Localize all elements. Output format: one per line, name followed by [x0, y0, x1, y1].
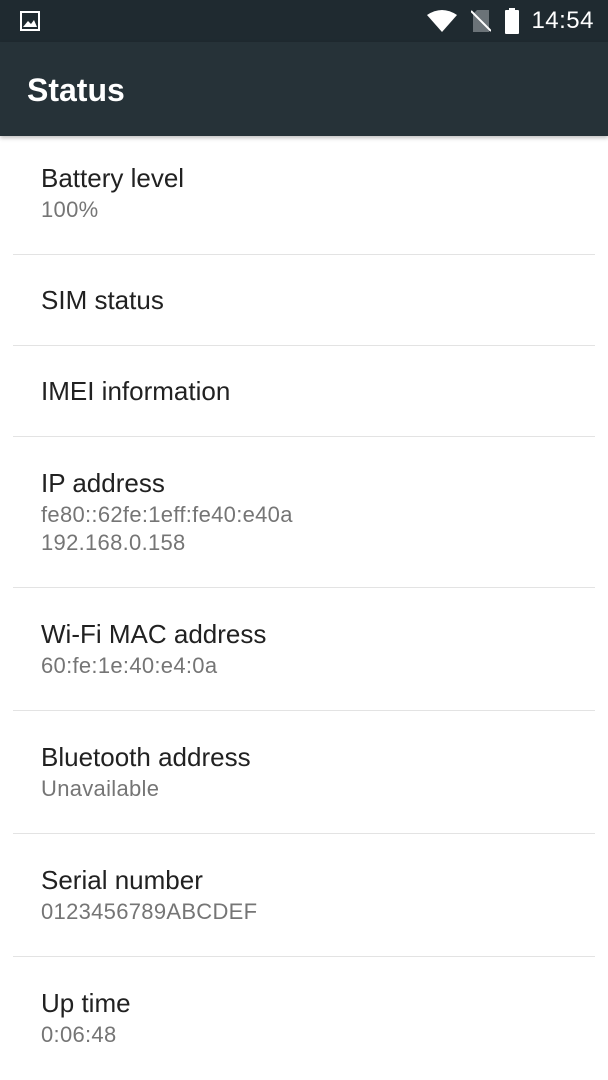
- item-label: Wi-Fi MAC address: [41, 619, 267, 649]
- list-item-imei-information[interactable]: IMEI information: [0, 346, 608, 436]
- no-sim-icon: [471, 9, 492, 33]
- image-icon: [20, 11, 40, 31]
- item-value: 100%: [41, 197, 99, 222]
- item-label: Battery level: [41, 163, 185, 193]
- status-list: Battery level 100% SIM status IMEI infor…: [0, 136, 608, 1067]
- wifi-icon: [427, 10, 458, 32]
- item-value: 0:06:48: [41, 1022, 117, 1047]
- list-item-ip-address[interactable]: IP address fe80::62fe:1eff:fe40:e40a 192…: [0, 437, 608, 587]
- item-label: IMEI information: [41, 376, 231, 406]
- item-value: 60:fe:1e:40:e4:0a: [41, 653, 218, 678]
- status-bar: 14:54: [0, 0, 608, 42]
- list-item-bluetooth-address[interactable]: Bluetooth address Unavailable: [0, 711, 608, 833]
- status-time: 14:54: [531, 7, 594, 34]
- item-label: Bluetooth address: [41, 742, 251, 772]
- item-label: SIM status: [41, 285, 164, 315]
- item-label: IP address: [41, 468, 165, 498]
- app-toolbar: Status: [0, 42, 608, 136]
- item-value: 0123456789ABCDEF: [41, 899, 258, 924]
- battery-icon: [505, 8, 520, 34]
- item-value: Unavailable: [41, 776, 160, 801]
- item-value: fe80::62fe:1eff:fe40:e40a: [41, 502, 293, 527]
- item-value-secondary: 192.168.0.158: [41, 530, 186, 555]
- list-item-battery-level[interactable]: Battery level 100%: [0, 136, 608, 254]
- list-item-sim-status[interactable]: SIM status: [0, 255, 608, 345]
- list-item-wifi-mac-address[interactable]: Wi-Fi MAC address 60:fe:1e:40:e4:0a: [0, 588, 608, 710]
- item-label: Up time: [41, 988, 131, 1018]
- list-item-up-time[interactable]: Up time 0:06:48: [0, 957, 608, 1067]
- page-title: Status: [27, 72, 125, 108]
- list-item-serial-number[interactable]: Serial number 0123456789ABCDEF: [0, 834, 608, 956]
- item-label: Serial number: [41, 865, 203, 895]
